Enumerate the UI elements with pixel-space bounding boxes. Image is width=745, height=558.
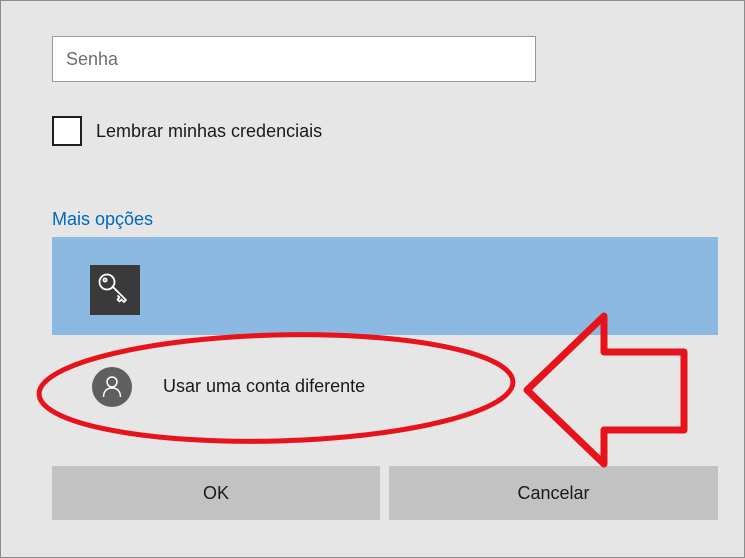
password-input[interactable] — [52, 36, 536, 82]
remember-credentials-checkbox[interactable] — [52, 116, 82, 146]
use-different-account-label: Usar uma conta diferente — [163, 376, 366, 396]
remember-credentials-label[interactable]: Lembrar minhas credenciais — [96, 121, 322, 142]
use-different-account-option[interactable]: Usar uma conta diferente — [52, 347, 718, 425]
person-icon — [92, 367, 132, 407]
credential-option-key[interactable] — [52, 237, 718, 335]
ok-button[interactable]: OK — [52, 466, 380, 520]
remember-credentials-row[interactable]: Lembrar minhas credenciais — [52, 115, 322, 147]
credential-dialog: Lembrar minhas credenciais Mais opções U — [0, 0, 745, 558]
more-options-link[interactable]: Mais opções — [52, 209, 153, 230]
cancel-button[interactable]: Cancelar — [389, 466, 718, 520]
key-icon — [90, 265, 140, 315]
